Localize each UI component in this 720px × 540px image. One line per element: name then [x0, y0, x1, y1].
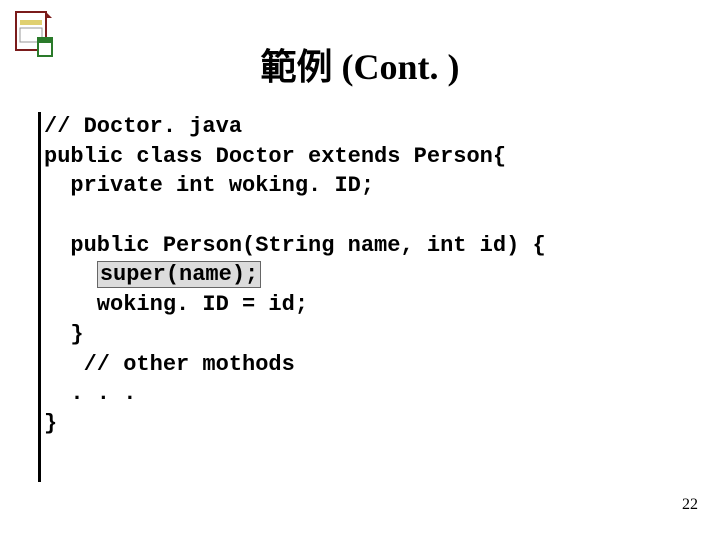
- slide-title: 範例 (Cont. ): [0, 38, 720, 90]
- code-line: }: [44, 322, 84, 347]
- code-block: // Doctor. java public class Doctor exte…: [44, 112, 546, 439]
- code-line: // other mothods: [44, 352, 295, 377]
- code-line: private int woking. ID;: [44, 173, 374, 198]
- code-line: // Doctor. java: [44, 114, 242, 139]
- code-line: public class Doctor extends Person{: [44, 144, 506, 169]
- page-number: 22: [682, 496, 698, 514]
- code-line: woking. ID = id;: [44, 292, 308, 317]
- code-line-prefix: [44, 262, 97, 287]
- code-highlight: super(name);: [97, 261, 261, 288]
- code-line: . . .: [44, 381, 136, 406]
- slide: 範例 (Cont. ) // Doctor. java public class…: [0, 0, 720, 540]
- code-line: public Person(String name, int id) {: [44, 233, 546, 258]
- code-left-bar: [38, 112, 41, 482]
- code-line: }: [44, 411, 57, 436]
